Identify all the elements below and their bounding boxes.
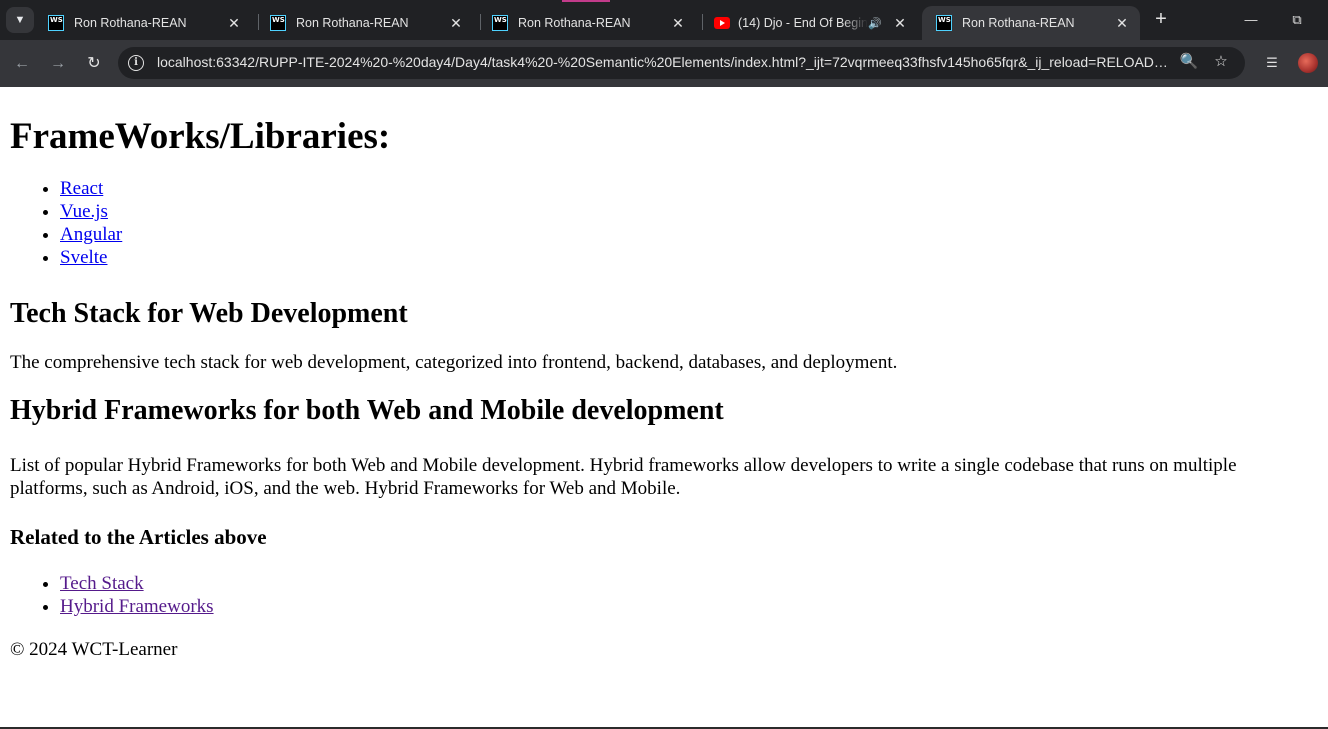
techstack-paragraph: The comprehensive tech stack for web dev… [10, 352, 898, 373]
media-controls-icon[interactable]: ☰ [1262, 52, 1282, 74]
list-item: React [60, 177, 1318, 200]
techstack-heading: Tech Stack for Web Development [10, 298, 408, 329]
zoom-icon[interactable]: 🔍 [1179, 52, 1199, 72]
tab-title: (14) Djo - End Of Beginning [738, 16, 868, 30]
webstorm-icon: WS [936, 15, 952, 31]
chevron-down-icon: ▼ [14, 14, 26, 26]
youtube-icon [714, 17, 730, 29]
bookmark-star-icon[interactable]: ☆ [1211, 52, 1231, 72]
browser-tab-2[interactable]: WS Ron Rothana-REAN ✕ [256, 6, 474, 40]
link-vuejs[interactable]: Vue.js [60, 201, 108, 222]
reload-button[interactable]: ↻ [82, 52, 106, 76]
webstorm-icon: WS [492, 15, 508, 31]
frameworks-heading: FrameWorks/Libraries: [10, 116, 391, 157]
page-footer: © 2024 WCT-Learner [10, 639, 178, 660]
list-item: Vue.js [60, 200, 1318, 223]
link-angular[interactable]: Angular [60, 224, 122, 245]
close-icon[interactable]: ✕ [448, 15, 464, 32]
minimize-button[interactable]: — [1228, 8, 1274, 32]
url-text[interactable]: localhost:63342/RUPP-ITE-2024%20-%20day4… [157, 54, 1172, 70]
link-react[interactable]: React [60, 178, 103, 199]
close-icon[interactable]: ✕ [892, 15, 908, 32]
list-item: Svelte [60, 246, 1318, 269]
tab-search-button[interactable]: ▼ [6, 7, 34, 33]
audio-playing-indicator [562, 0, 610, 2]
close-icon[interactable]: ✕ [670, 15, 686, 32]
tab-title: Ron Rothana-REAN [518, 16, 631, 30]
webstorm-icon: WS [270, 15, 286, 31]
arrow-left-icon: ← [14, 55, 30, 72]
list-item: Hybrid Frameworks [60, 595, 1318, 618]
link-tech-stack[interactable]: Tech Stack [60, 573, 144, 594]
list-item: Angular [60, 223, 1318, 246]
webstorm-icon: WS [48, 15, 64, 31]
close-icon[interactable]: ✕ [226, 15, 242, 32]
plus-icon: + [1155, 8, 1167, 30]
tab-title: Ron Rothana-REAN [74, 16, 187, 30]
link-svelte[interactable]: Svelte [60, 247, 108, 268]
related-links-list: Tech Stack Hybrid Frameworks [10, 572, 1318, 618]
reload-icon: ↻ [87, 55, 101, 72]
related-heading: Related to the Articles above [10, 525, 267, 549]
browser-toolbar: ← → ↻ i localhost:63342/RUPP-ITE-2024%20… [0, 40, 1328, 87]
forward-button[interactable]: → [46, 52, 70, 76]
arrow-right-icon: → [50, 55, 66, 72]
browser-tab-5-active[interactable]: WS Ron Rothana-REAN ✕ [922, 6, 1140, 40]
site-info-icon[interactable]: i [128, 55, 144, 71]
page-content: FrameWorks/Libraries: React Vue.js Angul… [0, 87, 1328, 728]
address-bar[interactable]: i localhost:63342/RUPP-ITE-2024%20-%20da… [118, 47, 1245, 79]
close-icon[interactable]: ✕ [1114, 15, 1130, 32]
back-button[interactable]: ← [10, 52, 34, 76]
tab-title: Ron Rothana-REAN [962, 16, 1075, 30]
frameworks-list: React Vue.js Angular Svelte [10, 177, 1318, 269]
link-hybrid-frameworks[interactable]: Hybrid Frameworks [60, 596, 214, 617]
browser-tab-1[interactable]: WS Ron Rothana-REAN ✕ [34, 6, 252, 40]
minimize-icon: — [1244, 12, 1258, 27]
tab-strip: ▼ WS Ron Rothana-REAN ✕ WS Ron Rothana-R… [0, 0, 1328, 40]
browser-tab-3[interactable]: WS Ron Rothana-REAN ✕ [478, 6, 696, 40]
restore-button[interactable]: ⧉ [1274, 8, 1320, 32]
hybrid-paragraph: List of popular Hybrid Frameworks for bo… [10, 455, 1237, 499]
profile-avatar[interactable] [1298, 53, 1318, 73]
new-tab-button[interactable]: + [1150, 8, 1172, 30]
restore-icon: ⧉ [1292, 12, 1302, 27]
list-item: Tech Stack [60, 572, 1318, 595]
tab-title: Ron Rothana-REAN [296, 16, 409, 30]
browser-tab-4[interactable]: (14) Djo - End Of Beginning 🔊 ✕ [700, 6, 918, 40]
speaker-icon[interactable]: 🔊 [868, 17, 882, 30]
hybrid-heading: Hybrid Frameworks for both Web and Mobil… [10, 395, 724, 426]
